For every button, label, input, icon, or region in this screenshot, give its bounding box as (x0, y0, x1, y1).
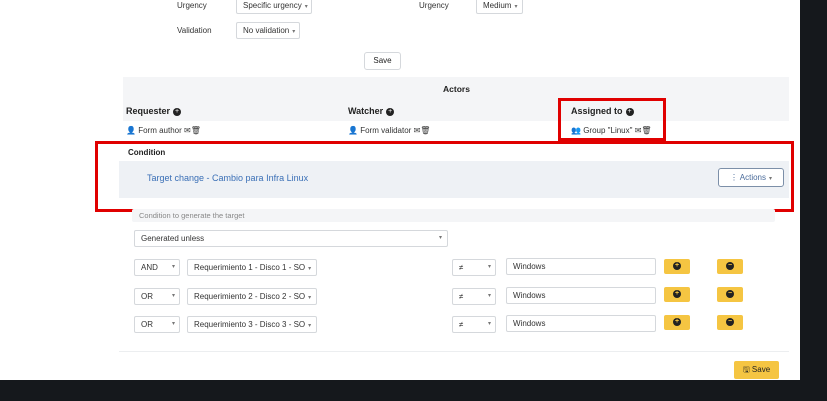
remove-condition-button[interactable]: − (717, 259, 743, 274)
condition-value-input[interactable]: Windows (506, 315, 656, 332)
watcher-item-label: Form validator (360, 126, 412, 135)
condition-operator-value: ≠ (459, 263, 464, 272)
chevron-down-icon: ▾ (171, 264, 175, 270)
assigned-highlight-box (558, 98, 666, 141)
urgency-select-right[interactable]: Medium ▾ (476, 0, 523, 14)
condition-value-input[interactable]: Windows (506, 258, 656, 275)
requester-label: Requester (126, 106, 171, 116)
chevron-down-icon: ▾ (304, 4, 308, 10)
condition-logic-select[interactable]: OR ▾ (134, 288, 180, 305)
urgency-label-right: Urgency (419, 1, 449, 10)
chevron-down-icon: ▾ (514, 4, 518, 10)
chevron-down-icon: ▾ (308, 323, 312, 329)
trash-icon[interactable]: 🗑 (191, 126, 201, 135)
trash-icon[interactable]: 🗑 (420, 126, 430, 135)
add-condition-button[interactable]: + (664, 315, 690, 330)
user-icon: 👤 (348, 126, 358, 135)
top-save-button[interactable]: Save (364, 52, 401, 70)
chevron-down-icon: ▾ (487, 293, 491, 299)
urgency-select-left-value: Specific urgency (243, 1, 302, 10)
condition-placeholder-bar: Condition to generate the target (132, 209, 775, 222)
condition-field-select[interactable]: Requerimiento 3 - Disco 3 - SO ▾ (187, 316, 317, 333)
minus-circle-icon: − (726, 290, 734, 298)
urgency-select-left[interactable]: Specific urgency ▾ (236, 0, 312, 14)
requester-item-label: Form author (138, 126, 182, 135)
validation-select[interactable]: No validation ▾ (236, 22, 300, 39)
requester-item: 👤 Form author ✉🗑 (126, 126, 201, 135)
condition-logic-value: AND (141, 263, 158, 272)
add-condition-button[interactable]: + (664, 259, 690, 274)
watcher-header: Watcher + (348, 106, 395, 116)
footer-save-button[interactable]: 🖫 Save (734, 361, 779, 379)
chevron-down-icon: ▾ (438, 235, 442, 241)
urgency-select-right-value: Medium (483, 1, 512, 10)
chevron-down-icon: ▾ (308, 266, 312, 272)
actors-title: Actors (443, 84, 470, 94)
condition-operator-value: ≠ (459, 292, 464, 301)
window-right-edge (800, 0, 827, 401)
chevron-down-icon: ▾ (171, 293, 175, 299)
plus-circle-icon: + (673, 262, 681, 270)
chevron-down-icon: ▾ (292, 29, 296, 35)
watcher-label: Watcher (348, 106, 384, 116)
condition-field-value: Requerimiento 1 - Disco 1 - SO (194, 263, 306, 272)
condition-field-select[interactable]: Requerimiento 1 - Disco 1 - SO ▾ (187, 259, 317, 276)
condition-field-value: Requerimiento 3 - Disco 3 - SO (194, 320, 306, 329)
condition-logic-select[interactable]: AND ▾ (134, 259, 180, 276)
condition-field-value: Requerimiento 2 - Disco 2 - SO (194, 292, 306, 301)
condition-highlight-box (95, 141, 794, 212)
condition-field-select[interactable]: Requerimiento 2 - Disco 2 - SO ▾ (187, 288, 317, 305)
save-icon: 🖫 (742, 365, 750, 374)
chevron-down-icon: ▾ (308, 295, 312, 301)
remove-condition-button[interactable]: − (717, 287, 743, 302)
condition-mode-value: Generated unless (141, 234, 205, 243)
footer-save-label: Save (751, 365, 771, 374)
section-divider (119, 351, 789, 352)
requester-header: Requester + (126, 106, 182, 116)
condition-operator-select[interactable]: ≠ ▾ (452, 316, 496, 333)
condition-mode-select[interactable]: Generated unless ▾ (134, 230, 448, 247)
plus-circle-icon: + (673, 290, 681, 298)
plus-circle-icon[interactable]: + (386, 107, 395, 116)
validation-label: Validation (177, 26, 212, 35)
validation-select-value: No validation (243, 26, 290, 35)
window-bottom-edge (0, 380, 827, 401)
urgency-label-left: Urgency (177, 1, 207, 10)
main-page: Urgency Specific urgency ▾ Urgency Medium… (0, 0, 800, 380)
plus-circle-icon[interactable]: + (173, 107, 182, 116)
condition-logic-select[interactable]: OR ▾ (134, 316, 180, 333)
condition-operator-value: ≠ (459, 320, 464, 329)
user-icon: 👤 (126, 126, 136, 135)
envelope-icon[interactable]: ✉ (184, 126, 191, 135)
minus-circle-icon: − (726, 262, 734, 270)
chevron-down-icon: ▾ (171, 321, 175, 327)
add-condition-button[interactable]: + (664, 287, 690, 302)
chevron-down-icon: ▾ (487, 321, 491, 327)
condition-logic-value: OR (141, 292, 153, 301)
watcher-item: 👤 Form validator ✉🗑 (348, 126, 430, 135)
plus-circle-icon: + (673, 318, 681, 326)
condition-operator-select[interactable]: ≠ ▾ (452, 288, 496, 305)
condition-value-input[interactable]: Windows (506, 287, 656, 304)
chevron-down-icon: ▾ (487, 264, 491, 270)
remove-condition-button[interactable]: − (717, 315, 743, 330)
minus-circle-icon: − (726, 318, 734, 326)
condition-logic-value: OR (141, 320, 153, 329)
condition-operator-select[interactable]: ≠ ▾ (452, 259, 496, 276)
